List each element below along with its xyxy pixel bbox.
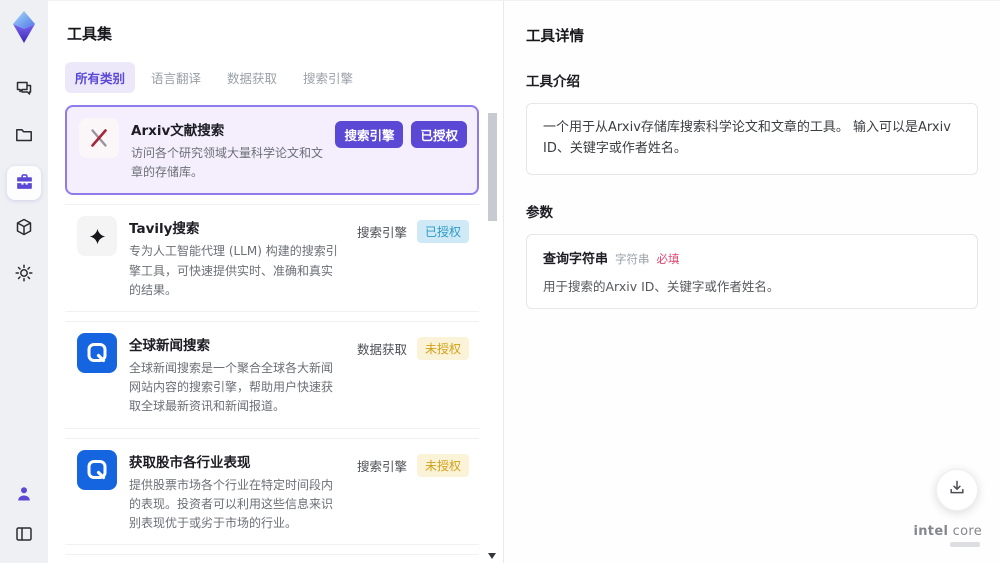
tool-card[interactable]: Arxiv文献搜索 访问各个研究领域大量科学论文和文章的存储库。 搜索引擎 已授… <box>65 105 479 196</box>
scrollbar-thumb[interactable] <box>488 113 497 221</box>
param-description: 用于搜索的Arxiv ID、关键字或作者姓名。 <box>543 278 780 294</box>
category-tab[interactable]: 语言翻译 <box>141 62 211 93</box>
folder-icon <box>14 125 34 149</box>
panel-toggle-icon <box>14 524 34 548</box>
tool-card[interactable]: 获取市场最活跃股票信息 提供当天交易量最高的股票列表。投资者可以利用这些信息来识… <box>65 554 479 563</box>
sidebar-item-folder[interactable] <box>7 120 41 154</box>
category-tab[interactable]: 所有类别 <box>65 62 136 93</box>
category-tabbar: 所有类别 语言翻译 数据获取 搜索引擎 <box>65 62 503 93</box>
page-title: 工具集 <box>67 25 113 43</box>
sidebar-item-cube[interactable] <box>7 212 41 246</box>
tool-description: 提供股票市场各个行业在特定时间段内的表现。投资者可以利用这些信息来识别表现优于或… <box>129 477 334 530</box>
tool-card[interactable]: 全球新闻搜索 全球新闻搜索是一个聚合全球各大新闻网站内容的搜索引擎，帮助用户快速… <box>65 320 479 429</box>
tool-card[interactable]: 获取股市各行业表现 提供股票市场各个行业在特定时间段内的表现。投资者可以利用这些… <box>65 437 479 546</box>
params-heading: 参数 <box>526 204 553 221</box>
tool-category-tag: 搜索引擎 <box>335 121 404 148</box>
category-tab[interactable]: 搜索引擎 <box>293 62 363 93</box>
tool-intro-box: 一个用于从Arxiv存储库搜索科学论文和文章的工具。 输入可以是Arxiv ID… <box>526 103 978 175</box>
tool-status-badge: 已授权 <box>411 121 467 148</box>
user-icon <box>14 484 34 508</box>
sidebar-item-chat[interactable] <box>7 74 41 108</box>
tool-detail-panel: 工具详情 工具介绍 一个用于从Arxiv存储库搜索科学论文和文章的工具。 输入可… <box>503 0 1000 563</box>
tool-card[interactable]: Tavily搜索 专为人工智能代理 (LLM) 构建的搜索引擎工具，可快速提供实… <box>65 204 479 312</box>
intro-heading: 工具介绍 <box>526 74 580 90</box>
brand-intel: intel <box>913 524 949 539</box>
tool-description: 访问各个研究领域大量科学论文和文章的存储库。 <box>131 146 324 180</box>
tool-category-tag: 数据获取 <box>356 341 407 357</box>
sidebar-nav <box>7 74 41 292</box>
gear-icon <box>14 263 34 287</box>
sidebar-item-panel-toggle[interactable] <box>7 519 41 553</box>
tool-name: Tavily搜索 <box>129 221 200 238</box>
tool-status-badge: 已授权 <box>416 220 469 244</box>
param-name: 查询字符串 <box>543 251 609 267</box>
sidebar-bottom <box>7 479 41 553</box>
cube-icon <box>14 217 34 241</box>
params-box: 查询字符串 字符串 必填 用于搜索的Arxiv ID、关键字或作者姓名。 <box>526 233 978 309</box>
sidebar-item-user[interactable] <box>7 479 41 513</box>
sparkle-icon <box>77 216 117 257</box>
detail-title: 工具详情 <box>526 29 584 45</box>
param-item: 查询字符串 字符串 必填 用于搜索的Arxiv ID、关键字或作者姓名。 <box>543 248 961 295</box>
tool-status-badge: 未授权 <box>416 453 469 477</box>
tool-name: 获取股市各行业表现 <box>129 454 251 471</box>
sidebar-item-gear[interactable] <box>7 258 41 292</box>
q-news-icon <box>77 332 117 373</box>
download-icon <box>947 478 967 502</box>
category-tab[interactable]: 数据获取 <box>217 62 287 93</box>
tool-category-tag: 搜索引擎 <box>356 225 407 241</box>
tool-category-tag: 搜索引擎 <box>356 458 407 474</box>
tool-status-badge: 未授权 <box>416 336 469 360</box>
tool-name: 全球新闻搜索 <box>129 337 210 354</box>
vertical-scrollbar[interactable] <box>488 107 497 559</box>
toolbox-icon <box>14 171 35 196</box>
sidebar-item-toolbox[interactable] <box>7 166 41 200</box>
param-type: 字符串 <box>615 251 650 266</box>
tool-description: 全球新闻搜索是一个聚合全球各大新闻网站内容的搜索引擎，帮助用户快速获取全球最新资… <box>129 360 334 414</box>
q-news-icon <box>77 449 117 490</box>
tool-name: Arxiv文献搜索 <box>131 123 225 139</box>
app-window: 工具集 所有类别 语言翻译 数据获取 搜索引擎 Arxiv文献搜索 访问各个研究… <box>0 0 1000 563</box>
sidebar-rail <box>0 0 48 563</box>
tool-cards-list: Arxiv文献搜索 访问各个研究领域大量科学论文和文章的存储库。 搜索引擎 已授… <box>65 105 503 563</box>
intel-core-logo: intel core <box>914 524 983 547</box>
param-required-flag: 必填 <box>656 251 680 266</box>
tool-description: 专为人工智能代理 (LLM) 构建的搜索引擎工具，可快速提供实时、准确和真实的结… <box>129 244 338 297</box>
arxiv-logo-icon <box>79 118 119 158</box>
scrollbar-down-arrow-icon[interactable] <box>488 553 496 559</box>
app-logo-icon[interactable] <box>9 10 39 44</box>
tools-list-panel: 工具集 所有类别 语言翻译 数据获取 搜索引擎 Arxiv文献搜索 访问各个研究… <box>48 0 503 563</box>
brand-sub-bar <box>950 542 980 547</box>
chat-icon <box>14 79 34 103</box>
brand-core: core <box>952 524 982 539</box>
download-button[interactable] <box>936 469 978 511</box>
